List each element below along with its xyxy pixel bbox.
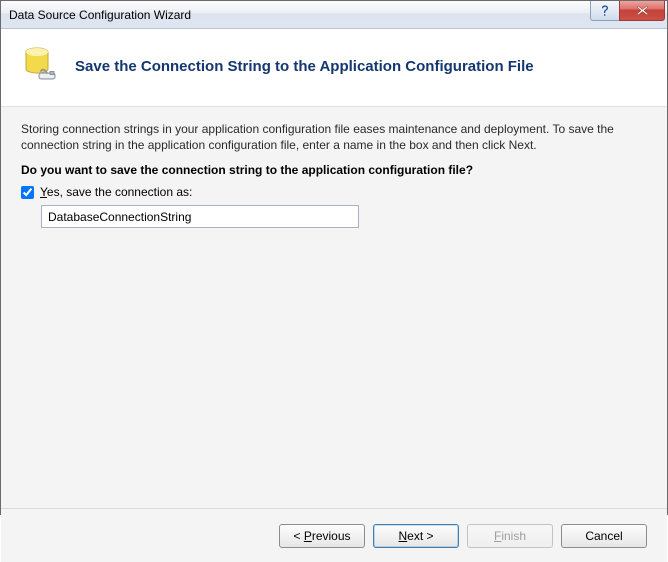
- save-connection-row: Yes, save the connection as:: [21, 185, 647, 199]
- question-text: Do you want to save the connection strin…: [21, 163, 647, 177]
- save-connection-checkbox[interactable]: [21, 186, 34, 199]
- help-icon: [600, 5, 610, 17]
- wizard-body: Storing connection strings in your appli…: [1, 106, 667, 508]
- close-icon: [636, 5, 649, 16]
- window-title: Data Source Configuration Wizard: [9, 8, 191, 22]
- connection-name-input[interactable]: [41, 205, 359, 228]
- help-button[interactable]: [590, 1, 620, 21]
- save-connection-label[interactable]: Yes, save the connection as:: [40, 185, 192, 199]
- next-button[interactable]: Next >: [373, 524, 459, 548]
- window-controls: [591, 1, 665, 21]
- wizard-step-title: Save the Connection String to the Applic…: [75, 58, 534, 75]
- finish-button: Finish: [467, 524, 553, 548]
- datasource-icon: [21, 45, 61, 88]
- titlebar: Data Source Configuration Wizard: [1, 1, 667, 29]
- wizard-button-row: < Previous Next > Finish Cancel: [1, 508, 667, 562]
- close-button[interactable]: [619, 1, 665, 21]
- description-text: Storing connection strings in your appli…: [21, 121, 647, 153]
- wizard-header: Save the Connection String to the Applic…: [1, 29, 667, 106]
- previous-button[interactable]: < Previous: [279, 524, 365, 548]
- cancel-button[interactable]: Cancel: [561, 524, 647, 548]
